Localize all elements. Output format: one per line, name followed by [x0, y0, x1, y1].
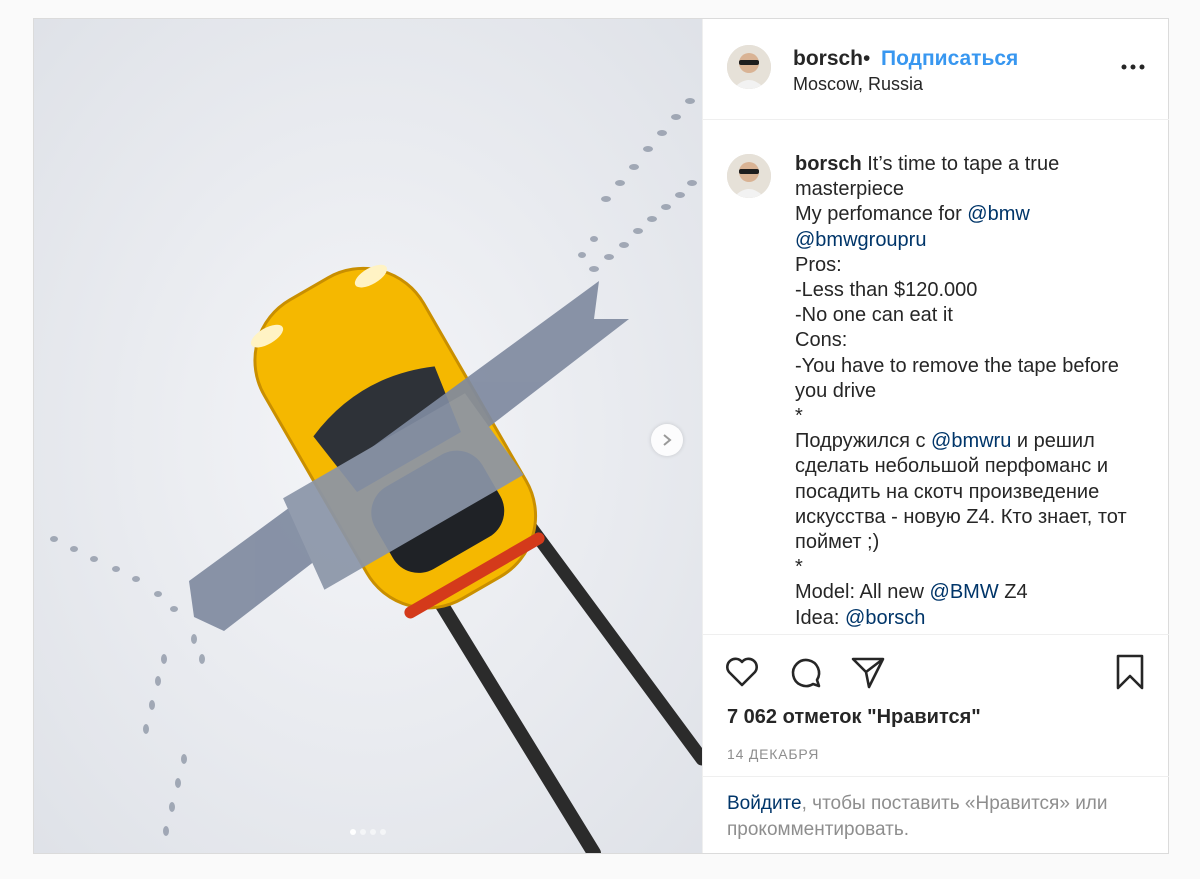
caption-line: masterpiece	[795, 177, 1145, 202]
post-header: borsch • Подписаться Moscow, Russia	[703, 19, 1169, 120]
car-taped-in-snow-image	[34, 19, 702, 853]
login-prompt-text: Войдите, чтобы поставить «Нравится» или …	[727, 791, 1147, 843]
caption-line: Model: All new @BMW Z4	[795, 580, 1145, 605]
caption-line: Подружился с @bmwru и решил	[795, 429, 1145, 454]
caption-text: Model: All new	[795, 581, 930, 604]
caption-text: Z4	[998, 581, 1028, 604]
carousel-dot	[350, 829, 356, 835]
post-sidebar: borsch • Подписаться Moscow, Russia bors…	[702, 19, 1169, 853]
caption-text: It’s time to tape a true	[867, 153, 1060, 175]
caption-text: и решил	[1011, 430, 1095, 453]
mention-link[interactable]: @bmwgroupru	[795, 229, 926, 251]
avatar[interactable]	[727, 154, 771, 198]
likes-count[interactable]: 7 062 отметок "Нравится"	[727, 706, 981, 729]
share-icon[interactable]	[849, 653, 887, 691]
mention-link[interactable]: @BMW	[930, 581, 999, 603]
next-photo-button[interactable]	[651, 424, 683, 456]
caption-line: My perfomance for @bmw	[795, 202, 1145, 227]
carousel-indicator	[34, 829, 702, 835]
post-photo[interactable]	[34, 19, 702, 853]
caption-text: masterpiece	[795, 178, 904, 201]
heart-icon[interactable]	[723, 653, 761, 691]
chevron-right-icon	[663, 434, 672, 446]
post-caption: borsch It’s time to tape a true masterpie…	[795, 152, 1145, 631]
caption-line: Idea: @borsch	[795, 606, 1145, 631]
user-avatar-icon	[727, 154, 771, 198]
caption-section: borsch It’s time to tape a true masterpie…	[703, 120, 1169, 634]
more-options-icon[interactable]	[1119, 57, 1147, 77]
caption-line: -No one can eat it	[795, 303, 1145, 328]
separator-dot: •	[863, 47, 871, 70]
instagram-post: borsch • Подписаться Moscow, Russia bors…	[33, 18, 1169, 854]
caption-line: you drive	[795, 379, 1145, 404]
caption-line: *	[795, 555, 1145, 580]
mention-link[interactable]: @bmwru	[931, 430, 1011, 452]
caption-text: My perfomance for	[795, 203, 968, 226]
caption-text: -Less than $120.000	[795, 279, 978, 302]
carousel-dot	[370, 829, 376, 835]
caption-text: Pros:	[795, 253, 842, 276]
caption-text: Подружился с	[795, 430, 932, 453]
carousel-dot	[360, 829, 366, 835]
user-avatar-icon	[727, 45, 771, 89]
mention-link[interactable]: @borsch	[845, 607, 925, 629]
caption-line: -Less than $120.000	[795, 278, 1145, 303]
caption-text: поймет ;)	[795, 531, 880, 554]
login-prompt: Войдите, чтобы поставить «Нравится» или …	[703, 776, 1169, 854]
caption-text: искусства - новую Z4. Кто знает, тот	[795, 505, 1127, 528]
caption-line: *	[795, 404, 1145, 429]
caption-author-link[interactable]: borsch	[795, 153, 867, 175]
caption-text: Cons:	[795, 329, 848, 352]
caption-line: сделать небольшой перфоманс и	[795, 454, 1145, 479]
caption-line: искусства - новую Z4. Кто знает, тот	[795, 505, 1145, 530]
caption-line: Cons:	[795, 328, 1145, 353]
caption-text: *	[795, 405, 803, 428]
caption-text: Idea:	[795, 606, 846, 629]
caption-text: -No one can eat it	[795, 304, 953, 327]
caption-line: borsch It’s time to tape a true	[795, 152, 1145, 177]
caption-line: -You have to remove the tape before	[795, 354, 1145, 379]
caption-line: Pros:	[795, 253, 1145, 278]
caption-line: посадить на скотч произведение	[795, 480, 1145, 505]
follow-button[interactable]: Подписаться	[881, 47, 1018, 71]
carousel-dot	[380, 829, 386, 835]
comment-icon[interactable]	[787, 653, 825, 691]
bookmark-icon[interactable]	[1111, 653, 1149, 691]
mention-link[interactable]: @bmw	[967, 203, 1030, 225]
avatar[interactable]	[727, 45, 771, 89]
caption-text: you drive	[795, 379, 877, 402]
caption-line: поймет ;)	[795, 530, 1145, 555]
login-link[interactable]: Войдите	[727, 793, 802, 814]
caption-text: *	[795, 556, 803, 579]
caption-text: посадить на скотч произведение	[795, 480, 1100, 503]
location-link[interactable]: Moscow, Russia	[793, 74, 923, 95]
caption-line: @bmwgroupru	[795, 228, 1145, 253]
post-date[interactable]: 14 ДЕКАБРЯ	[727, 746, 819, 762]
caption-text: -You have to remove the tape before	[795, 354, 1119, 377]
caption-text: сделать небольшой перфоманс и	[795, 455, 1108, 478]
action-bar	[703, 634, 1169, 695]
username-link[interactable]: borsch	[793, 47, 863, 71]
